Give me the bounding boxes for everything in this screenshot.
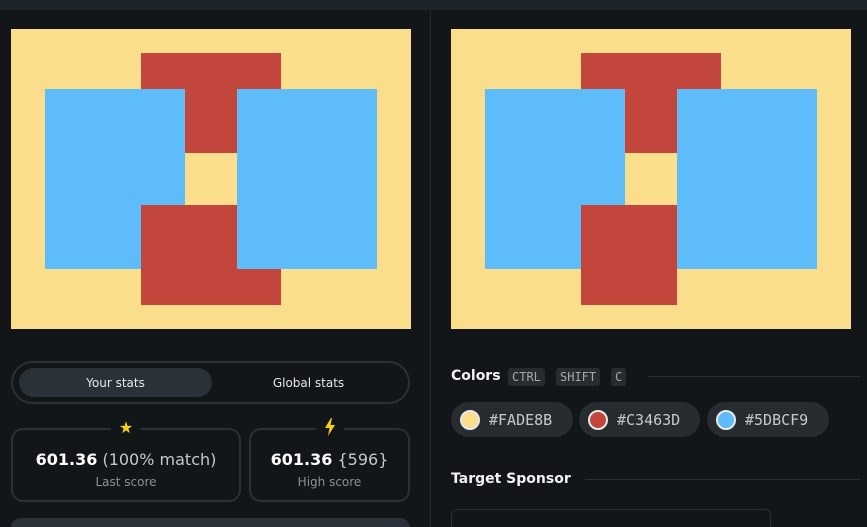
shortcut-key-ctrl: CTRL [508, 368, 545, 386]
target-sponsor-heading: Target Sponsor [451, 471, 571, 487]
color-dot [460, 409, 480, 430]
tab-global-stats[interactable]: Global stats [212, 368, 405, 397]
high-score-card: 601.36 {596} High score [249, 418, 410, 502]
color-hex: #5DBCF9 [745, 410, 809, 429]
sponsor-box[interactable] [451, 509, 771, 527]
color-hex: #FADE8B [489, 410, 553, 429]
color-swatch-1[interactable]: #FADE8B [451, 402, 573, 437]
high-score-rank: {596} [337, 450, 389, 469]
bottom-action-bar[interactable] [11, 518, 410, 527]
shortcut-key-c: C [611, 368, 627, 386]
last-score-value: 601.36 [35, 450, 98, 469]
sponsor-divider [585, 479, 860, 480]
color-dot [716, 409, 736, 430]
color-swatch-2[interactable]: #C3463D [579, 402, 700, 437]
color-swatch-3[interactable]: #5DBCF9 [707, 402, 829, 437]
last-score-value-line: 601.36 (100% match) [13, 450, 239, 469]
high-score-value: 601.36 [270, 450, 333, 469]
lightning-icon [315, 418, 344, 441]
high-score-label: High score [297, 475, 362, 489]
colors-divider [648, 376, 860, 377]
last-score-label: Last score [95, 475, 157, 489]
top-bar [0, 0, 867, 10]
stats-toggle: Your stats Global stats [11, 361, 410, 404]
panel-divider [430, 10, 431, 527]
colors-heading: Colors [451, 368, 501, 384]
target-canvas [451, 29, 851, 329]
tab-your-stats[interactable]: Your stats [19, 368, 212, 397]
player-canvas[interactable] [11, 29, 411, 329]
color-dot [588, 409, 608, 430]
red-rect-bottom [581, 205, 677, 305]
last-score-match: (100% match) [102, 450, 217, 469]
last-score-card: ★ 601.36 (100% match) Last score [11, 418, 241, 502]
shortcut-key-shift: SHIFT [556, 368, 601, 386]
blue-rect-right [237, 89, 377, 269]
blue-rect-right [677, 89, 817, 269]
color-hex: #C3463D [617, 410, 681, 429]
high-score-value-line: 601.36 {596} [251, 450, 408, 469]
star-icon: ★ [110, 418, 142, 438]
